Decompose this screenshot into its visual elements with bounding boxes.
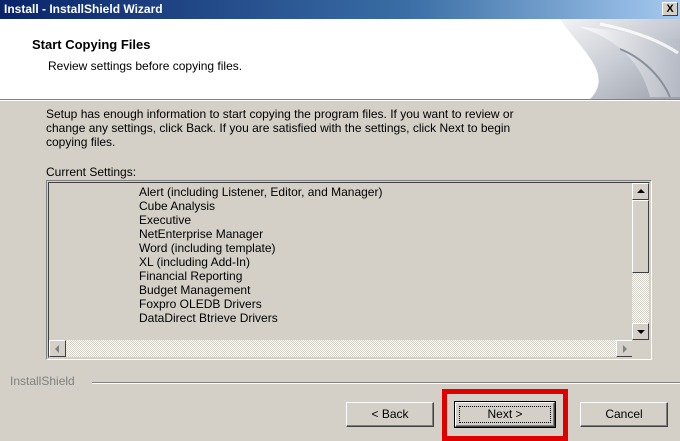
horizontal-scrollbar[interactable] — [49, 340, 633, 357]
page-subtitle: Review settings before copying files. — [48, 59, 243, 73]
scroll-right-icon — [623, 345, 627, 353]
window-title: Install - InstallShield Wizard — [4, 2, 163, 16]
title-bar[interactable]: Install - InstallShield Wizard X — [0, 0, 680, 19]
list-item: Executive — [139, 213, 192, 227]
wizard-header: Start Copying Files Review settings befo… — [0, 19, 680, 100]
installer-window: Install - InstallShield Wizard X Start C… — [0, 0, 680, 441]
close-button[interactable]: X — [662, 2, 678, 16]
scroll-up-icon — [637, 189, 645, 193]
instructions-text: Setup has enough information to start co… — [46, 107, 514, 149]
cancel-button[interactable]: Cancel — [580, 402, 668, 427]
scroll-left-button[interactable] — [49, 340, 66, 357]
installshield-brand: InstallShield — [10, 374, 79, 388]
scroll-down-button[interactable] — [632, 323, 649, 340]
list-item: Alert (including Listener, Editor, and M… — [139, 185, 383, 199]
list-item: Budget Management — [139, 283, 251, 297]
scroll-left-icon — [55, 345, 59, 353]
current-settings-label: Current Settings: — [46, 165, 137, 179]
settings-list[interactable]: Alert (including Listener, Editor, and M… — [49, 183, 633, 340]
list-item: NetEnterprise Manager — [139, 227, 264, 241]
list-item: Financial Reporting — [139, 269, 243, 283]
list-item: Foxpro OLEDB Drivers — [139, 297, 262, 311]
current-settings-listbox[interactable]: Alert (including Listener, Editor, and M… — [46, 180, 652, 360]
scrollbar-corner — [632, 340, 649, 357]
back-button[interactable]: < Back — [346, 402, 434, 427]
vertical-scrollbar[interactable] — [632, 183, 649, 340]
scroll-down-icon — [637, 330, 645, 334]
installer-graphic — [560, 19, 680, 99]
header-divider — [0, 100, 680, 101]
list-item: DataDirect Btrieve Drivers — [139, 311, 278, 325]
list-item: XL (including Add-In) — [139, 255, 250, 269]
page-title: Start Copying Files — [32, 37, 151, 52]
vertical-scroll-thumb[interactable] — [632, 200, 649, 273]
annotation-highlight — [442, 389, 568, 441]
scroll-up-button[interactable] — [632, 183, 649, 200]
list-item: Cube Analysis — [139, 199, 216, 213]
close-icon: X — [666, 3, 674, 15]
scroll-right-button[interactable] — [616, 340, 633, 357]
list-item: Word (including template) — [139, 241, 276, 255]
